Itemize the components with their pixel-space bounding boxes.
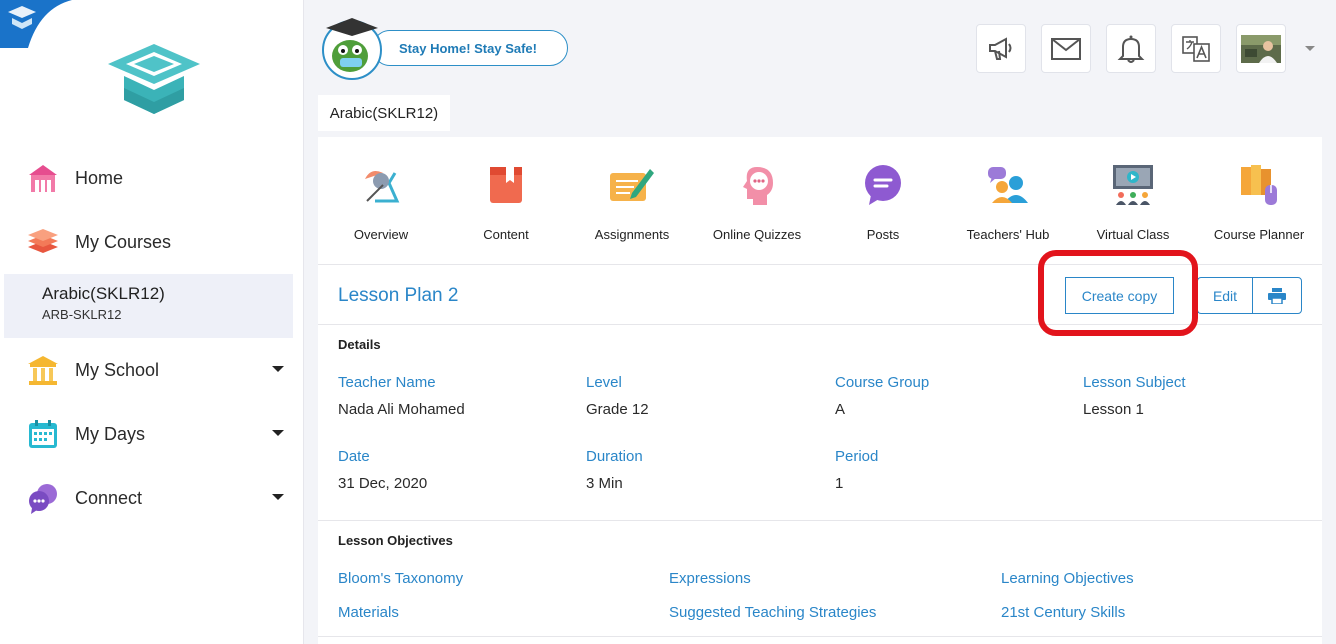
course-tools-row: Overview Content Assignments Online Quiz…	[318, 137, 1322, 265]
course-code: ARB-SKLR12	[42, 307, 122, 322]
calendar-icon	[26, 417, 60, 451]
section-divider	[318, 520, 1322, 521]
level-value: Grade 12	[586, 401, 649, 418]
learning-objectives-link[interactable]: Learning Objectives	[1001, 570, 1134, 587]
page-title: Lesson Plan 2	[338, 285, 459, 306]
tool-label: Posts	[866, 227, 900, 242]
translate-icon	[1182, 35, 1210, 62]
profile-button[interactable]	[1236, 24, 1286, 73]
course-title: Arabic(SKLR12)	[42, 284, 165, 303]
details-heading: Details	[338, 337, 381, 352]
messages-button[interactable]	[1041, 24, 1091, 73]
speech-bubble-icon	[859, 161, 907, 209]
sidebar-item-label: My Days	[75, 423, 146, 444]
print-button[interactable]	[1252, 277, 1302, 314]
book-icon	[482, 161, 530, 209]
tool-overview[interactable]: Overview	[318, 161, 444, 261]
duration-value: 3 Min	[586, 475, 623, 492]
sidebar-active-course[interactable]: Arabic(SKLR12) ARB-SKLR12	[4, 274, 293, 338]
teacher-name-value: Nada Ali Mohamed	[338, 401, 465, 418]
course-group-value: A	[835, 401, 846, 418]
sidebar-item-label: Connect	[75, 487, 143, 508]
period-value: 1	[835, 475, 844, 492]
tool-assignments[interactable]: Assignments	[569, 161, 695, 261]
megaphone-icon	[989, 36, 1012, 60]
sidebar-item-connect[interactable]: Connect	[0, 470, 300, 526]
tool-label: Virtual Class	[1096, 227, 1170, 242]
quiz-head-icon	[733, 161, 781, 209]
tool-label: Content	[483, 227, 529, 242]
mail-icon	[1051, 37, 1081, 60]
sidebar-item-label: My Courses	[75, 231, 172, 252]
language-button[interactable]	[1171, 24, 1221, 73]
tool-label: Overview	[353, 227, 409, 242]
stay-safe-banner[interactable]: Stay Home! Stay Safe!	[372, 30, 568, 66]
sidebar-item-label: Home	[75, 167, 124, 188]
course-planner-icon	[1235, 161, 1283, 209]
teaching-strategies-link[interactable]: Suggested Teaching Strategies	[669, 604, 876, 621]
avatar	[1241, 34, 1281, 63]
sidebar-item-my-school[interactable]: My School	[0, 342, 300, 398]
assignment-pen-icon	[608, 161, 656, 209]
materials-link[interactable]: Materials	[338, 604, 399, 621]
date-label: Date	[338, 448, 370, 465]
edit-button[interactable]: Edit	[1197, 277, 1252, 314]
tab-course[interactable]: Arabic(SKLR12)	[318, 95, 450, 131]
app-logo	[108, 44, 200, 114]
tool-label: Teachers' Hub	[966, 227, 1050, 242]
expressions-link[interactable]: Expressions	[669, 570, 751, 587]
lesson-subject-value: Lesson 1	[1083, 401, 1144, 418]
blooms-taxonomy-link[interactable]: Bloom's Taxonomy	[338, 570, 463, 587]
lesson-objectives-heading: Lesson Objectives	[338, 533, 453, 548]
main-card: Overview Content Assignments Online Quiz…	[318, 137, 1322, 644]
sidebar-item-home[interactable]: Home	[0, 150, 300, 206]
corner-logo-badge	[0, 0, 72, 48]
sidebar-item-my-courses[interactable]: My Courses	[0, 214, 300, 270]
mascot-avatar	[322, 18, 382, 80]
chevron-down-icon[interactable]	[272, 430, 284, 436]
teacher-name-label: Teacher Name	[338, 374, 436, 391]
home-icon	[26, 161, 60, 195]
overview-lamp-icon	[357, 161, 405, 209]
sidebar: Home My Courses Arabic(SKLR12) ARB-SKLR1…	[0, 0, 304, 644]
print-icon	[1268, 287, 1286, 304]
level-label: Level	[586, 374, 622, 391]
century-skills-link[interactable]: 21st Century Skills	[1001, 604, 1125, 621]
tool-teachers-hub[interactable]: Teachers' Hub	[945, 161, 1071, 261]
course-group-label: Course Group	[835, 374, 930, 391]
tool-course-planner[interactable]: Course Planner	[1196, 161, 1322, 261]
bell-icon	[1117, 35, 1145, 63]
chat-bubbles-icon	[26, 481, 60, 515]
notifications-button[interactable]	[1106, 24, 1156, 73]
sidebar-item-label: My School	[75, 359, 160, 380]
lesson-plan-header: Lesson Plan 2 Create copy Edit	[318, 250, 1322, 336]
teachers-group-icon	[984, 161, 1032, 209]
date-value: 31 Dec, 2020	[338, 475, 428, 492]
lesson-subject-label: Lesson Subject	[1083, 374, 1186, 391]
chevron-down-icon[interactable]	[272, 366, 284, 372]
tool-label: Assignments	[594, 227, 670, 242]
chevron-down-icon[interactable]	[272, 494, 284, 500]
tool-label: Online Quizzes	[712, 227, 802, 242]
tool-label: Course Planner	[1213, 227, 1305, 242]
announcements-button[interactable]	[976, 24, 1026, 73]
duration-label: Duration	[586, 448, 643, 465]
tool-virtual-class[interactable]: Virtual Class	[1070, 161, 1196, 261]
school-building-icon	[26, 353, 60, 387]
virtual-class-icon	[1109, 161, 1157, 209]
books-stack-icon	[26, 225, 60, 259]
tool-online-quizzes[interactable]: Online Quizzes	[694, 161, 820, 261]
period-label: Period	[835, 448, 879, 465]
tool-content[interactable]: Content	[443, 161, 569, 261]
sidebar-item-my-days[interactable]: My Days	[0, 406, 300, 462]
profile-menu-caret[interactable]	[1305, 46, 1315, 51]
create-copy-button[interactable]: Create copy	[1065, 277, 1174, 314]
tool-posts[interactable]: Posts	[820, 161, 946, 261]
section-divider	[318, 636, 1322, 637]
